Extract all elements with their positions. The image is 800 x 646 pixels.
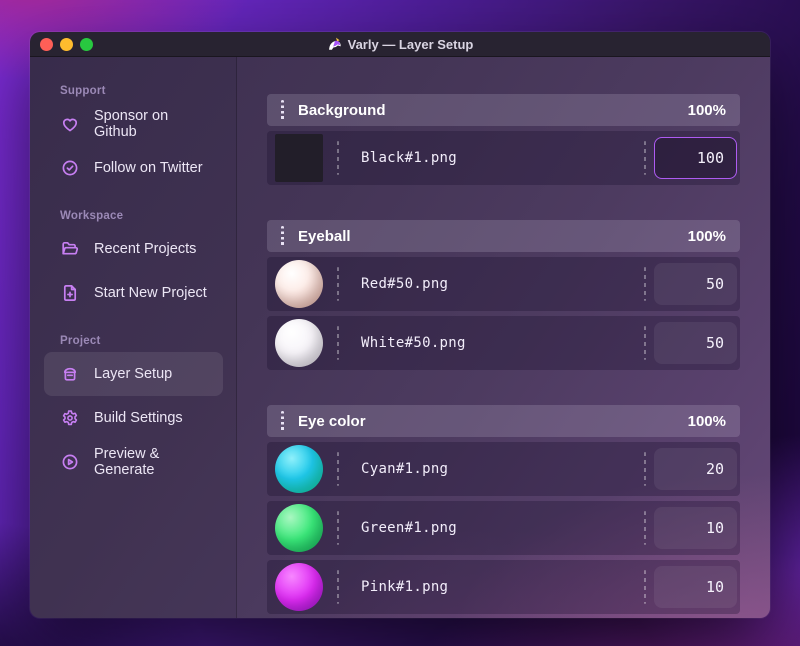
sidebar-item-label: Recent Projects — [94, 241, 197, 257]
sidebar-item-preview-generate[interactable]: Preview & Generate — [44, 440, 223, 484]
layer-group-weight: 100% — [687, 412, 726, 430]
layer-filename: Red#50.png — [361, 276, 449, 292]
badge-check-icon — [60, 158, 80, 178]
separator — [644, 267, 646, 301]
layer-value-input[interactable] — [654, 263, 737, 305]
layer-row[interactable]: Red#50.png — [267, 257, 740, 311]
drag-handle-icon[interactable] — [281, 411, 284, 431]
sidebar-item-label: Layer Setup — [94, 366, 173, 382]
file-plus-icon — [60, 283, 80, 303]
layer-group: Eye color 100% Cyan#1.png Green#1.png Pink#1… — [267, 405, 740, 614]
window-body: Support Sponsor on Github Follow on Twitte… — [30, 57, 770, 618]
sidebar-item-label: Sponsor on Github — [94, 108, 169, 140]
layer-filename: Green#1.png — [361, 520, 458, 536]
sidebar-section: Project Layer Setup Build Settings Preview … — [30, 335, 236, 484]
layer-filename: White#50.png — [361, 335, 466, 351]
layer-thumbnail — [275, 563, 323, 611]
separator — [644, 452, 646, 486]
layer-group-title: Eyeball — [298, 227, 351, 245]
layer-group: Background 100% Black#1.png — [267, 94, 740, 185]
layer-thumbnail — [275, 319, 323, 367]
heart-icon — [60, 114, 80, 134]
titlebar[interactable]: Varly — Layer Setup — [30, 32, 770, 57]
layer-filename: Black#1.png — [361, 150, 458, 166]
layer-filename: Cyan#1.png — [361, 461, 449, 477]
layer-group-header: Eye color 100% — [267, 405, 740, 437]
sidebar-section-label: Support — [60, 85, 106, 97]
layer-row[interactable]: Green#1.png — [267, 501, 740, 555]
sidebar: Support Sponsor on Github Follow on Twitte… — [30, 57, 237, 618]
layer-row[interactable]: White#50.png — [267, 316, 740, 370]
separator — [644, 570, 646, 604]
layer-row[interactable]: Black#1.png — [267, 131, 740, 185]
layer-group: Eyeball 100% Red#50.png White#50.png — [267, 220, 740, 370]
separator — [337, 511, 339, 545]
layer-value-input[interactable] — [654, 137, 737, 179]
minimize-button[interactable] — [60, 37, 73, 51]
layer-filename: Pink#1.png — [361, 579, 449, 595]
separator — [337, 326, 339, 360]
layer-value-input[interactable] — [654, 566, 737, 608]
layer-thumbnail — [275, 134, 323, 182]
app-window: Varly — Layer Setup Support Sponsor on Gi… — [30, 32, 770, 618]
separator — [337, 570, 339, 604]
layer-group-title: Eye color — [298, 412, 366, 430]
drag-handle-icon[interactable] — [281, 100, 284, 120]
separator — [337, 452, 339, 486]
window-title: Varly — Layer Setup — [327, 36, 474, 52]
zoom-button[interactable] — [80, 37, 93, 51]
layer-value-input[interactable] — [654, 507, 737, 549]
separator — [644, 326, 646, 360]
layer-thumbnail — [275, 504, 323, 552]
layer-thumbnail — [275, 260, 323, 308]
window-title-text: Varly — Layer Setup — [347, 36, 474, 52]
sidebar-item-label: Build Settings — [94, 410, 183, 426]
sidebar-item-start-new-project[interactable]: Start New Project — [44, 271, 223, 315]
layer-group-weight: 100% — [687, 227, 726, 245]
sidebar-section: Support Sponsor on Github Follow on Twitte… — [30, 85, 236, 190]
close-button[interactable] — [40, 37, 53, 51]
layer-thumbnail — [275, 445, 323, 493]
sidebar-item-label: Follow on Twitter — [94, 160, 203, 176]
separator — [337, 141, 339, 175]
separator — [644, 141, 646, 175]
play-circle-icon — [60, 452, 80, 472]
layer-value-input[interactable] — [654, 322, 737, 364]
sidebar-item-label: Preview & Generate — [94, 446, 160, 478]
sidebar-item-build-settings[interactable]: Build Settings — [44, 396, 223, 440]
layer-row[interactable]: Cyan#1.png — [267, 442, 740, 496]
layer-group-weight: 100% — [687, 101, 726, 119]
drag-handle-icon[interactable] — [281, 226, 284, 246]
sidebar-item-follow-on-twitter[interactable]: Follow on Twitter — [44, 146, 223, 190]
desktop-background: Varly — Layer Setup Support Sponsor on Gi… — [0, 0, 800, 646]
sidebar-item-layer-setup[interactable]: Layer Setup — [44, 352, 223, 396]
sidebar-section: Workspace Recent Projects Start New Projec… — [30, 210, 236, 315]
layer-row[interactable]: Pink#1.png — [267, 560, 740, 614]
sidebar-item-recent-projects[interactable]: Recent Projects — [44, 227, 223, 271]
separator — [644, 511, 646, 545]
layer-group-header: Background 100% — [267, 94, 740, 126]
folder-icon — [60, 239, 80, 259]
sidebar-item-label: Start New Project — [94, 285, 207, 301]
traffic-lights — [40, 32, 93, 56]
gear-icon — [60, 408, 80, 428]
layers-icon — [60, 364, 80, 384]
layer-group-title: Background — [298, 101, 386, 119]
layer-group-header: Eyeball 100% — [267, 220, 740, 252]
separator — [337, 267, 339, 301]
layer-value-input[interactable] — [654, 448, 737, 490]
main-panel: Background 100% Black#1.png Eyeball 100% Red#… — [237, 57, 770, 618]
layer-list: Background 100% Black#1.png Eyeball 100% Red#… — [267, 94, 740, 614]
sidebar-section-label: Project — [60, 335, 101, 347]
sidebar-item-sponsor-on-github[interactable]: Sponsor on Github — [44, 102, 223, 146]
unicorn-icon — [327, 37, 342, 52]
sidebar-section-label: Workspace — [60, 210, 124, 222]
